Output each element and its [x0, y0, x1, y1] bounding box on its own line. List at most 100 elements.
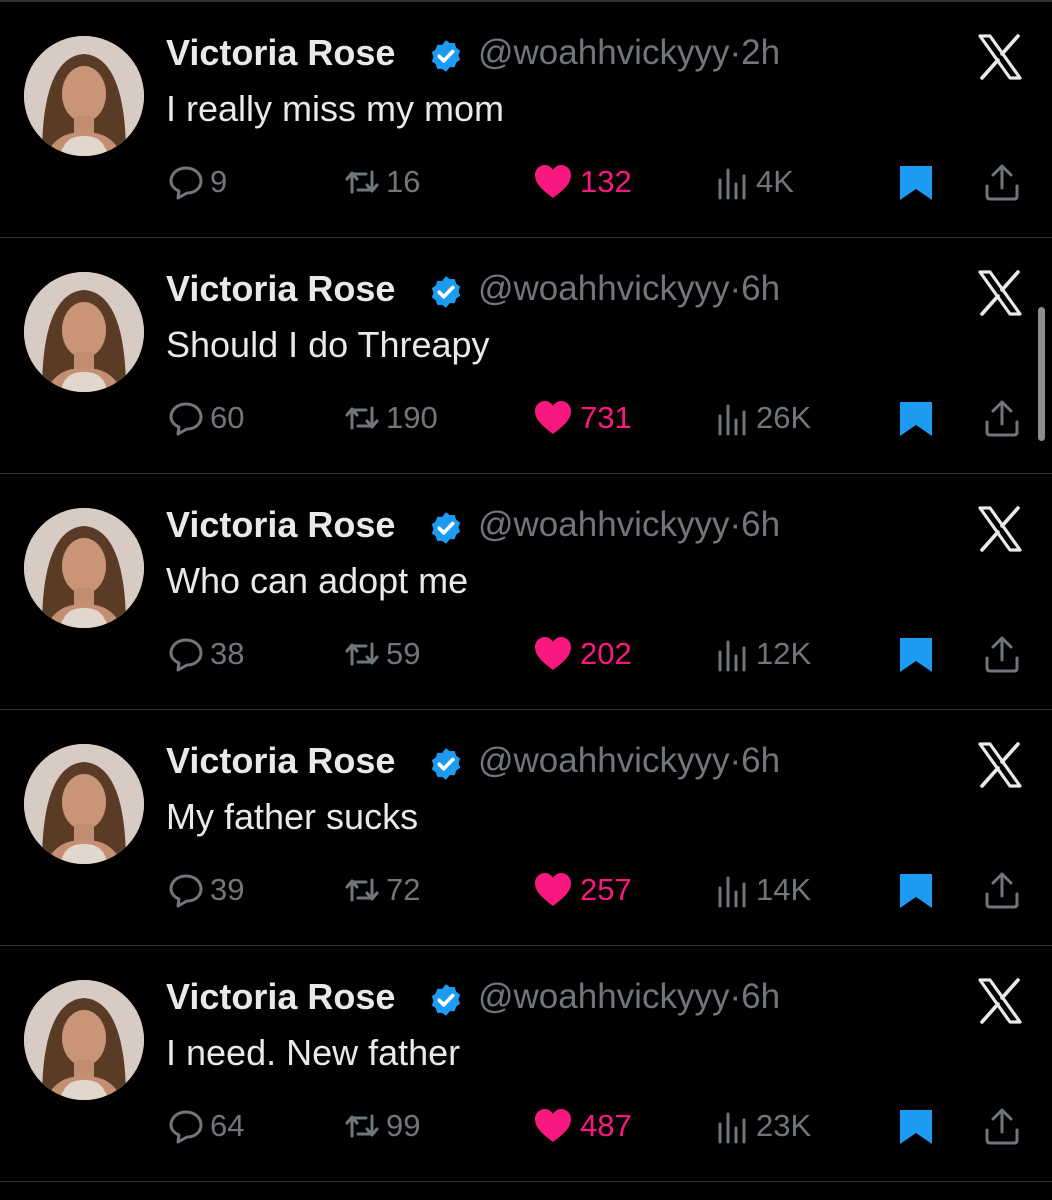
retweet-button[interactable]: 59	[342, 626, 420, 682]
heart-icon	[535, 401, 571, 434]
heart-icon	[535, 1109, 571, 1142]
display-name[interactable]: Victoria Rose	[166, 976, 395, 1018]
like-button[interactable]: 731	[530, 390, 632, 446]
reply-icon	[169, 1110, 203, 1144]
tweet[interactable]: Victoria Rose @woahhvickyyy·6h I need. N…	[0, 946, 1052, 1182]
retweet-icon	[345, 170, 379, 194]
like-button[interactable]: 202	[530, 626, 632, 682]
reply-count: 9	[210, 164, 228, 199]
reply-icon	[169, 638, 203, 672]
avatar-image	[24, 744, 144, 864]
tweet[interactable]: Victoria Rose @woahhvickyyy·6h Who can a…	[0, 474, 1052, 710]
reply-button[interactable]: 64	[166, 1098, 244, 1154]
tweet-text[interactable]: I need. New father	[166, 1032, 460, 1074]
handle-and-time[interactable]: @woahhvickyyy·6h	[478, 977, 780, 1017]
reply-button[interactable]: 60	[166, 390, 244, 446]
share-button[interactable]	[982, 862, 1022, 918]
verified-badge-icon	[431, 276, 461, 308]
tweet[interactable]: Victoria Rose @woahhvickyyy·6h My father…	[0, 710, 1052, 946]
views-count: 4K	[756, 164, 794, 199]
like-button[interactable]: 132	[530, 154, 632, 210]
avatar-image	[24, 980, 144, 1100]
share-button[interactable]	[982, 154, 1022, 210]
scrollbar[interactable]	[1038, 307, 1045, 441]
like-count: 132	[580, 164, 632, 199]
views-button[interactable]: 12K	[712, 626, 811, 682]
like-button[interactable]: 257	[530, 862, 632, 918]
x-logo-icon[interactable]	[976, 742, 1024, 788]
avatar-image	[24, 36, 144, 156]
views-count: 23K	[756, 1108, 812, 1143]
reply-icon	[169, 166, 203, 200]
like-count: 257	[580, 872, 632, 907]
share-button[interactable]	[982, 390, 1022, 446]
reply-button[interactable]: 39	[166, 862, 244, 918]
bookmark-button[interactable]	[896, 154, 936, 210]
like-button[interactable]: 487	[530, 1098, 632, 1154]
x-logo-icon[interactable]	[976, 506, 1024, 552]
retweet-button[interactable]: 72	[342, 862, 420, 918]
retweet-button[interactable]: 190	[342, 390, 438, 446]
views-count: 14K	[756, 872, 812, 907]
x-logo-icon[interactable]	[976, 978, 1024, 1024]
bookmark-icon	[900, 638, 932, 672]
share-icon	[985, 636, 1019, 673]
bookmark-icon	[900, 1110, 932, 1144]
retweet-button[interactable]: 16	[342, 154, 420, 210]
bookmark-button[interactable]	[896, 626, 936, 682]
bookmark-button[interactable]	[896, 862, 936, 918]
share-icon	[985, 872, 1019, 909]
tweet-actions: 64 99 487 23K	[0, 1098, 1052, 1154]
x-logo-icon[interactable]	[976, 270, 1024, 316]
views-icon	[718, 168, 746, 200]
views-button[interactable]: 14K	[712, 862, 811, 918]
share-button[interactable]	[982, 626, 1022, 682]
views-button[interactable]: 4K	[712, 154, 794, 210]
reply-icon	[169, 402, 203, 436]
bookmark-icon	[900, 166, 932, 200]
views-count: 12K	[756, 636, 812, 671]
display-name[interactable]: Victoria Rose	[166, 504, 395, 546]
share-button[interactable]	[982, 1098, 1022, 1154]
reply-button[interactable]: 9	[166, 154, 227, 210]
bookmark-button[interactable]	[896, 390, 936, 446]
tweet[interactable]: Victoria Rose @woahhvickyyy·6h Should I …	[0, 238, 1052, 474]
views-icon	[718, 404, 746, 436]
tweet-actions: 38 59 202 12K	[0, 626, 1052, 682]
tweet-feed: Victoria Rose @woahhvickyyy·2h I really …	[0, 0, 1052, 1200]
retweet-button[interactable]: 99	[342, 1098, 420, 1154]
avatar[interactable]	[24, 36, 144, 156]
display-name[interactable]: Victoria Rose	[166, 268, 395, 310]
retweet-icon	[345, 1114, 379, 1138]
avatar[interactable]	[24, 272, 144, 392]
tweet-text[interactable]: My father sucks	[166, 796, 418, 838]
tweet-text[interactable]: Who can adopt me	[166, 560, 468, 602]
like-count: 487	[580, 1108, 632, 1143]
handle-and-time[interactable]: @woahhvickyyy·6h	[478, 269, 780, 309]
handle-and-time[interactable]: @woahhvickyyy·6h	[478, 741, 780, 781]
avatar[interactable]	[24, 980, 144, 1100]
tweet-actions: 39 72 257 14K	[0, 862, 1052, 918]
retweet-icon	[345, 642, 379, 666]
reply-button[interactable]: 38	[166, 626, 244, 682]
verified-badge-icon	[431, 512, 461, 544]
tweet-actions: 9 16 132 4K	[0, 154, 1052, 210]
display-name[interactable]: Victoria Rose	[166, 740, 395, 782]
reply-count: 60	[210, 400, 245, 435]
views-button[interactable]: 26K	[712, 390, 811, 446]
avatar[interactable]	[24, 744, 144, 864]
retweet-count: 72	[386, 872, 421, 907]
bookmark-icon	[900, 402, 932, 436]
display-name[interactable]: Victoria Rose	[166, 32, 395, 74]
handle-and-time[interactable]: @woahhvickyyy·6h	[478, 505, 780, 545]
bookmark-button[interactable]	[896, 1098, 936, 1154]
tweet-text[interactable]: I really miss my mom	[166, 88, 504, 130]
tweet[interactable]: Victoria Rose @woahhvickyyy·2h I really …	[0, 2, 1052, 238]
avatar-image	[24, 272, 144, 392]
handle-and-time[interactable]: @woahhvickyyy·2h	[478, 33, 780, 73]
x-logo-icon[interactable]	[976, 34, 1024, 80]
avatar[interactable]	[24, 508, 144, 628]
views-button[interactable]: 23K	[712, 1098, 811, 1154]
retweet-icon	[345, 406, 379, 430]
tweet-text[interactable]: Should I do Threapy	[166, 324, 490, 366]
